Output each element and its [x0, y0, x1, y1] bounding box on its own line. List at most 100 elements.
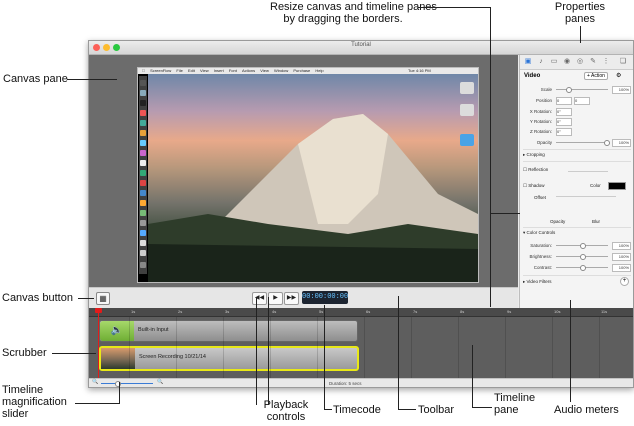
video-filters-disclosure[interactable]: ▸ Video Filters [523, 279, 551, 285]
slider-knob[interactable] [115, 381, 121, 387]
y-rotation-field[interactable]: 0° [556, 118, 572, 126]
rewind-button[interactable]: ◀◀ [252, 292, 267, 305]
timeline-ruler[interactable]: 1s 2s 3s 4s 5s 6s 7s 8s 9s 10s 11s [89, 308, 633, 317]
slider-knob[interactable] [580, 254, 586, 260]
zoom-in-icon[interactable]: 🔍 [157, 379, 163, 385]
desktop-wallpaper-image [148, 74, 478, 282]
canvas-button[interactable]: ▦ [96, 292, 110, 305]
touch-icon: ✎ [590, 58, 596, 65]
scrubber-handle[interactable] [95, 308, 102, 313]
shadow-checkbox[interactable]: ☐ Shadow [523, 183, 545, 189]
audio-clip[interactable]: 🔈 Built-in Input [99, 320, 358, 342]
annotation-tab[interactable]: ◎ [576, 58, 584, 66]
callout-magnification-line3: slider [2, 408, 29, 420]
x-rotation-field[interactable]: 0° [556, 108, 572, 116]
screen-recording-tab[interactable]: ▭ [550, 58, 558, 66]
section-title: Video [524, 73, 541, 79]
shadow-label: Shadow [528, 183, 545, 188]
z-rotation-field[interactable]: 0° [556, 128, 572, 136]
dock-app-icon [140, 150, 146, 156]
canvas-toolbar: ▦ ◀◀ ▶ ▶▶ 00:00:00:00 [89, 287, 518, 308]
color-controls-disclosure[interactable]: ▾ Color Controls [523, 230, 555, 236]
cropping-label: Cropping [526, 152, 545, 157]
dock-app-icon [140, 160, 146, 166]
timecode-display[interactable]: 00:00:00:00 [302, 291, 348, 304]
canvas-pane[interactable]:  ScreenFlow File Edit View Insert Font … [89, 55, 518, 287]
position-y-field[interactable]: 0 [574, 97, 590, 105]
timeline-gridline [411, 317, 412, 378]
dock-app-icon [140, 100, 146, 106]
ruler-tick-label: 5s [319, 309, 324, 314]
slider-knob[interactable] [604, 140, 610, 146]
saturation-value[interactable]: 100% [612, 242, 631, 250]
touch-tab[interactable]: ✎ [589, 58, 597, 66]
fast-forward-button[interactable]: ▶▶ [284, 292, 299, 305]
play-button[interactable]: ▶ [268, 292, 283, 305]
timeline-gridline [458, 317, 459, 378]
contrast-value[interactable]: 100% [612, 264, 631, 272]
leader-line [268, 297, 269, 405]
audio-properties-tab[interactable]: ♪ [537, 58, 545, 66]
menu-item: Window [269, 68, 288, 73]
position-x-field[interactable]: 0 [556, 97, 572, 105]
add-filter-icon[interactable]: + [620, 277, 629, 286]
brightness-slider[interactable] [556, 254, 608, 260]
offset-slider[interactable] [556, 196, 616, 197]
opacity-value[interactable]: 100% [612, 139, 631, 147]
callout-timecode: Timecode [333, 404, 381, 416]
ruler-tick-label: 1s [131, 309, 136, 314]
library-tab[interactable]: ❏ [619, 58, 627, 66]
timeline-gridline [505, 317, 506, 378]
timeline-gridline [223, 317, 224, 378]
leader-line [67, 79, 117, 80]
reflection-slider[interactable] [568, 171, 608, 172]
slider-knob[interactable] [580, 265, 586, 271]
video-clip[interactable]: Screen Recording 10/21/14 [99, 346, 359, 371]
ruler-tick-label: 8s [460, 309, 465, 314]
callout-tab[interactable]: ◉ [563, 58, 571, 66]
saturation-slider[interactable] [556, 243, 608, 249]
scale-slider[interactable] [556, 87, 608, 93]
menu-item: File [172, 68, 182, 73]
trash-icon [140, 262, 146, 268]
leader-line [78, 298, 94, 299]
dock-app-icon [140, 130, 146, 136]
recording-frame[interactable]:  ScreenFlow File Edit View Insert Font … [137, 67, 479, 283]
callout-magnification-line2: magnification [2, 396, 67, 408]
reflection-checkbox[interactable]: ☐ Reflection [523, 167, 548, 173]
zoom-out-icon[interactable]: 🔍 [92, 379, 98, 385]
cropping-disclosure[interactable]: ▸ Cropping [523, 152, 545, 158]
video-icon: ▣ [524, 58, 532, 65]
opacity-slider[interactable] [556, 140, 610, 146]
timeline-magnification-slider[interactable] [101, 381, 153, 387]
scale-row: Scale 100% [520, 85, 633, 94]
dock-app-icon [140, 140, 146, 146]
hard-drive-icon [460, 104, 474, 116]
dock-app-icon [140, 200, 146, 206]
gear-icon[interactable]: ⚙ [616, 72, 621, 79]
scale-value[interactable]: 100% [612, 86, 631, 94]
shadow-color-well[interactable] [608, 182, 626, 190]
leader-line [398, 296, 399, 410]
action-button[interactable]: + Action [584, 72, 608, 80]
divider [523, 227, 631, 228]
timeline-pane[interactable]: 1s 2s 3s 4s 5s 6s 7s 8s 9s 10s 11s 🔈 Built-in Inpu… [89, 308, 633, 378]
row-label: Position [535, 98, 552, 103]
brightness-value[interactable]: 100% [612, 253, 631, 261]
menu-item: ScreenFlow [146, 68, 171, 73]
scrubber-line[interactable] [98, 308, 99, 378]
slider-knob[interactable] [566, 87, 572, 93]
slider-knob[interactable] [580, 243, 586, 249]
leader-line [418, 7, 490, 8]
contrast-slider[interactable] [556, 265, 608, 271]
text-tab[interactable]: ⋮ [602, 58, 610, 66]
leader-line [398, 409, 416, 410]
screenflow-window: Tutorial  ScreenFlow File Edit Vie [88, 40, 634, 388]
reflection-label: Reflection [528, 167, 549, 172]
ruler-tick-label: 2s [178, 309, 183, 314]
video-properties-tab[interactable]: ▣ [524, 58, 532, 66]
color-controls-label: Color Controls [526, 230, 556, 235]
callout-magnification-line1: Timeline [2, 384, 44, 396]
clip-label: Built-in Input [138, 327, 169, 333]
ruler-tick-label: 9s [507, 309, 512, 314]
